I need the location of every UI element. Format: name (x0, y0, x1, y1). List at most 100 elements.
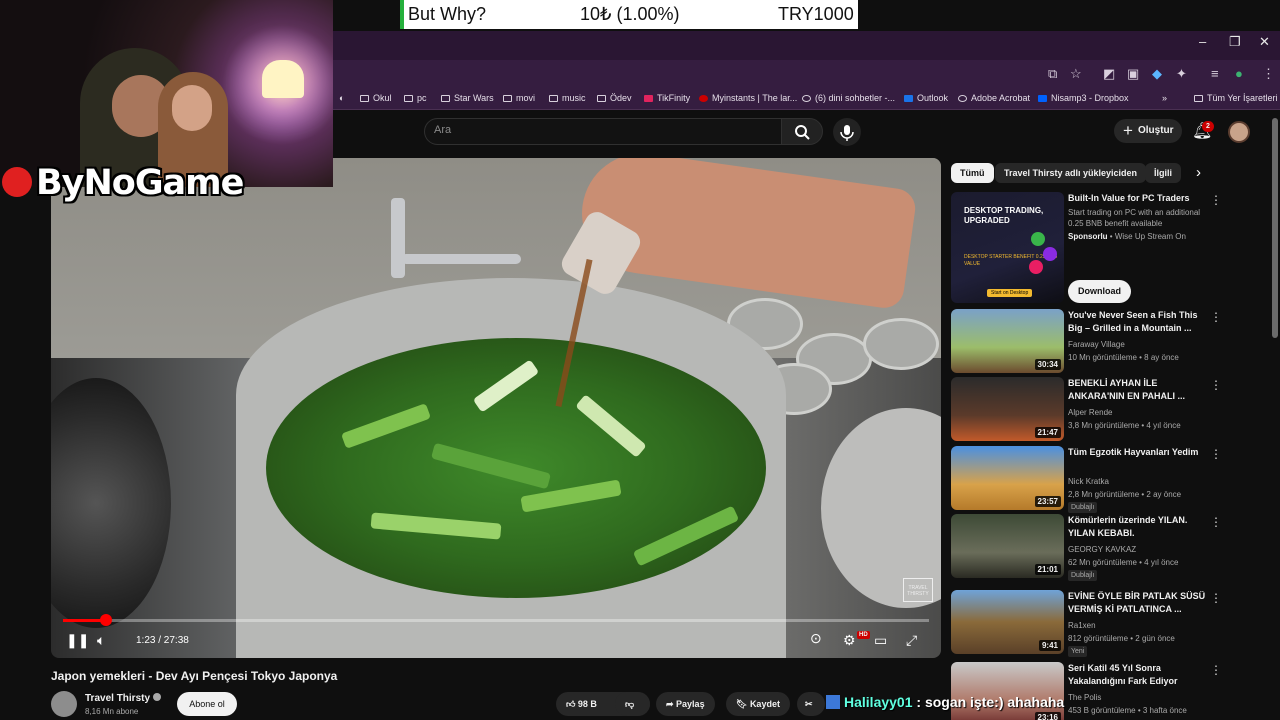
more-icon[interactable]: ⋮ (1210, 310, 1222, 324)
bookmark-okul[interactable]: Okul (360, 93, 392, 103)
more-icon[interactable]: ⋮ (1210, 515, 1222, 529)
chat-message: Halilayy01 : sogan işte:) ahahaha (826, 694, 1064, 710)
voice-search-button[interactable] (833, 118, 861, 146)
ad-decoration (1029, 260, 1043, 274)
dislike-button[interactable]: 👎︎ (615, 692, 650, 716)
video-duration: 23:57 (1034, 496, 1061, 507)
bookmark-odev[interactable]: Ödev (597, 93, 632, 103)
puzzle-icon[interactable]: ✦ (1176, 66, 1187, 82)
bookmark-myinstants[interactable]: Myinstants | The lar... (699, 93, 797, 103)
more-icon[interactable]: ⋮ (1210, 591, 1222, 605)
browser-titlebar (333, 31, 1280, 60)
ad-decoration (1043, 247, 1057, 261)
channel-name[interactable]: Travel Thirsty (85, 693, 162, 704)
share-button[interactable]: ➦ Paylaş (656, 692, 715, 716)
bookmark-movi[interactable]: movi (503, 93, 535, 103)
tikfinity-icon (644, 95, 653, 102)
folder-icon (597, 95, 606, 102)
related-channel[interactable]: Alper Rende (1068, 407, 1112, 418)
ad-download-button[interactable]: Download (1068, 280, 1131, 303)
search-input[interactable] (424, 118, 782, 145)
share-icon: ➦ (666, 699, 677, 709)
ad-thumbnail[interactable]: DESKTOP TRADING, UPGRADED DESKTOP STARTE… (951, 192, 1064, 303)
extension-icon[interactable]: ▣ (1127, 66, 1139, 82)
chevron-right-icon[interactable]: › (1196, 164, 1201, 181)
bookmark-dini-sohbetler[interactable]: (6) dini sohbetler -... (802, 93, 895, 103)
miniplayer-icon[interactable]: ▭ (874, 632, 887, 649)
bookmark-pc[interactable]: pc (404, 93, 427, 103)
site-icon (958, 95, 967, 102)
clip-button[interactable]: ✂ (797, 692, 825, 716)
related-badge: Dublajlı (1068, 570, 1098, 581)
bookmark-star-wars[interactable]: Star Wars (441, 93, 494, 103)
scrollbar[interactable] (1272, 118, 1278, 338)
more-icon[interactable]: ⋮ (1210, 378, 1222, 392)
settings-icon[interactable]: ⚙ (843, 632, 856, 649)
related-title[interactable]: You've Never Seen a Fish This Big – Gril… (1068, 309, 1208, 335)
menu-icon[interactable]: ⋮ (1262, 66, 1275, 82)
related-channel[interactable]: Ra1xen (1068, 620, 1096, 631)
bookmark-adobe-acrobat[interactable]: Adobe Acrobat (958, 93, 1030, 103)
profile-icon[interactable]: ● (1235, 66, 1243, 81)
ad-title[interactable]: Built-In Value for PC Traders (1068, 192, 1208, 205)
related-title[interactable]: Tüm Egzotik Hayvanları Yedim (1068, 446, 1208, 459)
related-channel[interactable]: The Polis (1068, 692, 1101, 703)
related-thumbnail[interactable]: 21:01 (951, 514, 1064, 578)
outlook-icon (904, 95, 913, 102)
related-channel[interactable]: Faraway Village (1068, 339, 1125, 350)
extension-icon[interactable]: ◆ (1152, 66, 1162, 82)
progress-bar[interactable] (63, 619, 929, 622)
related-thumbnail[interactable]: 23:16 (951, 662, 1064, 720)
star-icon[interactable]: ☆ (1070, 66, 1082, 82)
autoplay-toggle[interactable]: ⊙ (810, 630, 822, 647)
more-icon[interactable]: ⋮ (1210, 663, 1222, 677)
install-app-icon[interactable]: ⧉ (1048, 66, 1057, 82)
more-icon[interactable]: ⋮ (1210, 447, 1222, 461)
related-thumbnail[interactable]: 30:34 (951, 309, 1064, 373)
related-title[interactable]: BENEKLİ AYHAN İLE ANKARA'NIN EN PAHALI .… (1068, 377, 1208, 403)
related-thumbnail[interactable]: 9:41 (951, 590, 1064, 654)
close-icon[interactable]: ✕ (1259, 34, 1270, 50)
bookmark-music[interactable]: music (549, 93, 586, 103)
scrubber-handle[interactable] (100, 614, 112, 626)
related-title[interactable]: Kömürlerin üzerinde YILAN. YILAN KEBABI. (1068, 514, 1208, 540)
extension-icon[interactable]: ◩ (1103, 66, 1115, 82)
media-control-icon[interactable]: ≡ (1211, 66, 1219, 81)
avatar[interactable] (1228, 121, 1250, 143)
related-channel[interactable]: Nick Kratka (1068, 476, 1109, 487)
related-thumbnail[interactable]: 23:57 (951, 446, 1064, 510)
maximize-icon[interactable]: ❐ (1229, 34, 1241, 50)
fullscreen-icon[interactable]: ⤢ (906, 632, 917, 649)
subscribe-button[interactable]: Abone ol (177, 692, 237, 716)
chip-all[interactable]: Tümü (951, 163, 994, 183)
chip-from-uploader[interactable]: Travel Thirsty adlı yükleyiciden (995, 163, 1147, 183)
save-button[interactable]: 🔖︎ Kaydet (726, 692, 790, 716)
create-button[interactable]: + Oluştur (1114, 119, 1182, 143)
search-button[interactable] (781, 118, 823, 145)
bookmark-outlook[interactable]: Outlook (904, 93, 948, 103)
all-bookmarks[interactable]: Tüm Yer İşaretleri (1194, 93, 1278, 103)
volume-icon[interactable]: 🔈︎ (97, 632, 105, 649)
more-icon[interactable]: ⋮ (1210, 193, 1222, 207)
minimize-icon[interactable]: – (1199, 34, 1206, 49)
related-meta: 10 Mn görüntüleme • 8 ay önce (1068, 353, 1179, 362)
bookmark-icon[interactable]: ◐ (339, 93, 344, 103)
related-meta: 2,8 Mn görüntüleme • 2 ay önce (1068, 490, 1182, 499)
ticker-value: TRY1000 (778, 4, 854, 24)
bookmark-tikfinity[interactable]: TikFinity (644, 93, 690, 103)
video-duration: 30:34 (1034, 359, 1061, 370)
bookmark-dropbox[interactable]: Nisamp3 - Dropbox (1038, 93, 1129, 103)
related-title[interactable]: EVİNE ÖYLE BİR PATLAK SÜSÜ VERMİŞ Kİ PAT… (1068, 590, 1208, 616)
bookmarks-overflow[interactable]: » (1162, 93, 1167, 103)
related-channel[interactable]: GEORGY KAVKAZ (1068, 544, 1136, 555)
like-icon: 👍︎ (566, 699, 578, 709)
video-duration: 21:47 (1034, 427, 1061, 438)
related-title[interactable]: Seri Katil 45 Yıl Sonra Yakalandığını Fa… (1068, 662, 1208, 688)
play-pause-icon[interactable]: ❚❚ (66, 632, 89, 649)
chip-related[interactable]: İlgili (1145, 163, 1181, 183)
folder-icon (1194, 95, 1203, 102)
related-thumbnail[interactable]: 21:47 (951, 377, 1064, 441)
ad-sponsor: Sponsorlu • Wise Up Stream On (1068, 232, 1186, 241)
channel-avatar[interactable] (51, 691, 77, 717)
video-player[interactable]: TRAVEL THIRSTY (51, 158, 941, 658)
